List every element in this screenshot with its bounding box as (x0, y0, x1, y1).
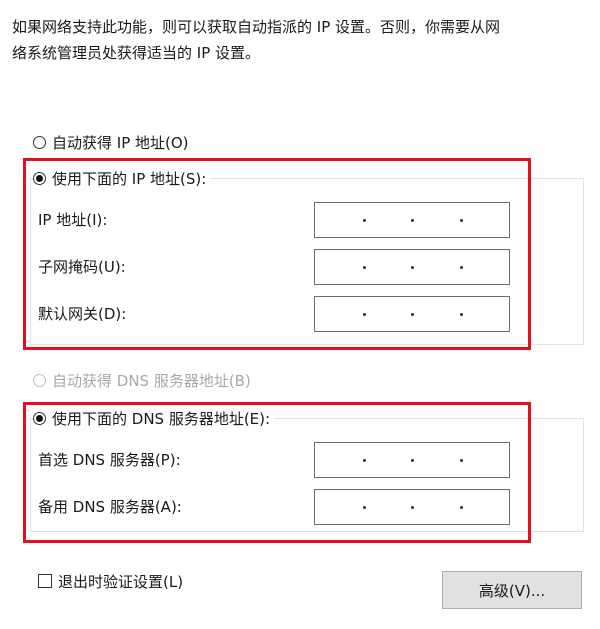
subnet-mask-input[interactable] (314, 249, 510, 285)
description-line-2: 络系统管理员处获得适当的 IP 设置。 (12, 44, 261, 62)
manual-dns-label: 使用下面的 DNS 服务器地址(E): (52, 409, 271, 428)
octet-2[interactable] (364, 443, 414, 477)
validate-on-exit-label: 退出时验证设置(L) (58, 572, 184, 591)
octet-2[interactable] (364, 490, 414, 524)
octet-1[interactable] (315, 490, 366, 524)
octet-3[interactable] (412, 490, 463, 524)
subnet-mask-label: 子网掩码(U): (38, 258, 126, 276)
manual-dns-radio[interactable]: 使用下面的 DNS 服务器地址(E): (33, 406, 275, 430)
octet-1[interactable] (315, 250, 366, 284)
description-text: 如果网络支持此功能，则可以获取自动指派的 IP 设置。否则，你需要从网 络系统管… (12, 14, 582, 66)
default-gateway-label: 默认网关(D): (38, 305, 127, 323)
octet-4[interactable] (461, 297, 510, 331)
validate-on-exit-checkbox[interactable]: 退出时验证设置(L) (38, 569, 183, 593)
alternate-dns-input[interactable] (314, 489, 510, 525)
ip-address-label: IP 地址(I): (38, 211, 108, 229)
octet-4[interactable] (461, 203, 510, 237)
octet-1[interactable] (315, 203, 366, 237)
preferred-dns-input[interactable] (314, 442, 510, 478)
auto-dns-radio[interactable]: 自动获得 DNS 服务器地址(B) (33, 368, 251, 392)
octet-4[interactable] (461, 250, 510, 284)
auto-dns-label: 自动获得 DNS 服务器地址(B) (52, 371, 251, 390)
octet-3[interactable] (412, 203, 463, 237)
advanced-button[interactable]: 高级(V)... (442, 571, 582, 609)
radio-checked-icon (33, 411, 46, 425)
default-gateway-input[interactable] (314, 296, 510, 332)
alternate-dns-label: 备用 DNS 服务器(A): (38, 498, 182, 516)
octet-4[interactable] (461, 443, 510, 477)
octet-3[interactable] (412, 443, 463, 477)
ip-address-input[interactable] (314, 202, 510, 238)
octet-2[interactable] (364, 203, 414, 237)
manual-ip-label: 使用下面的 IP 地址(S): (52, 169, 207, 188)
octet-3[interactable] (412, 297, 463, 331)
octet-4[interactable] (461, 490, 510, 524)
octet-2[interactable] (364, 250, 414, 284)
octet-3[interactable] (412, 250, 463, 284)
manual-ip-radio[interactable]: 使用下面的 IP 地址(S): (33, 166, 211, 190)
radio-checked-icon (33, 171, 46, 185)
checkbox-icon (38, 574, 52, 588)
octet-1[interactable] (315, 443, 366, 477)
radio-disabled-icon (33, 373, 46, 387)
description-line-1: 如果网络支持此功能，则可以获取自动指派的 IP 设置。否则，你需要从网 (12, 18, 501, 36)
auto-ip-label: 自动获得 IP 地址(O) (52, 133, 189, 152)
radio-icon (33, 135, 46, 149)
preferred-dns-label: 首选 DNS 服务器(P): (38, 451, 181, 469)
octet-2[interactable] (364, 297, 414, 331)
auto-ip-radio[interactable]: 自动获得 IP 地址(O) (33, 130, 189, 154)
octet-1[interactable] (315, 297, 366, 331)
